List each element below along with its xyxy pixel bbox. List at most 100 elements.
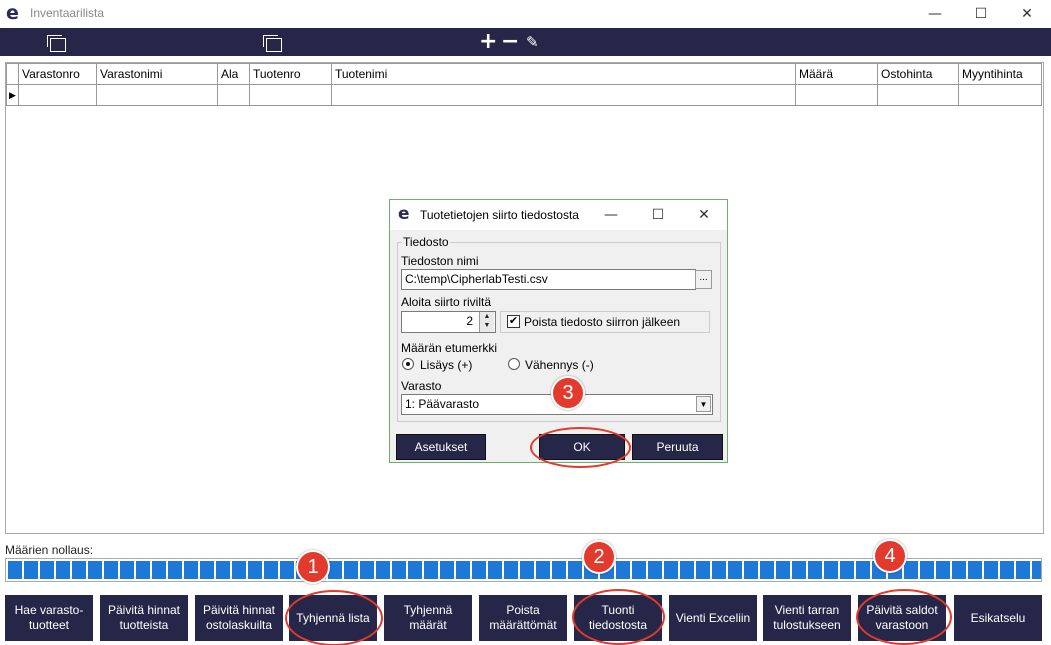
progress-segment <box>200 561 214 579</box>
progress-segment <box>8 561 22 579</box>
dialog-title-bar: e Tuotetietojen siirto tiedostosta — ☐ ✕ <box>390 200 727 230</box>
progress-segment <box>904 561 918 579</box>
app-logo-icon: e <box>6 2 19 24</box>
preview-button[interactable]: Esikatselu <box>954 595 1042 641</box>
progress-segment <box>328 561 342 579</box>
progress-segment <box>504 561 518 579</box>
progress-segment <box>856 561 870 579</box>
table-cell[interactable] <box>331 84 796 106</box>
progress-segment <box>1000 561 1014 579</box>
progress-segment <box>264 561 278 579</box>
column-header[interactable]: Varastonimi <box>96 63 218 85</box>
update-prices-from-products-button[interactable]: Päivitä hinnat tuotteista <box>100 595 188 641</box>
cancel-button[interactable]: Peruuta <box>632 434 723 460</box>
table-row[interactable]: ▶ <box>6 84 1042 106</box>
progress-segment <box>248 561 262 579</box>
chevron-down-icon[interactable]: ▼ <box>696 396 711 412</box>
column-header[interactable]: Tuotenimi <box>331 63 796 85</box>
progress-segment <box>136 561 150 579</box>
warehouse-value: 1: Päävarasto <box>405 397 480 411</box>
table-cell[interactable] <box>958 84 1042 106</box>
table-cell[interactable] <box>18 84 97 106</box>
callout-1: 1 <box>296 550 330 584</box>
progress-segment <box>712 561 726 579</box>
progress-segment <box>120 561 134 579</box>
column-header[interactable]: Ala <box>217 63 250 85</box>
start-row-spinner[interactable]: ▲ ▼ <box>479 312 494 332</box>
import-from-file-button[interactable]: Tuonti tiedostosta <box>574 595 662 641</box>
table-cell[interactable] <box>96 84 218 106</box>
progress-segment <box>184 561 198 579</box>
progress-segment <box>40 561 54 579</box>
progress-segment <box>968 561 982 579</box>
progress-segment <box>232 561 246 579</box>
grid-header-row: Varastonro Varastonimi Ala Tuotenro Tuot… <box>6 63 1042 85</box>
button-bar: Hae varasto-tuotteet Päivitä hinnat tuott… <box>5 595 1045 643</box>
ok-button[interactable]: OK <box>539 434 625 460</box>
delete-file-checkbox[interactable]: ✔ <box>507 315 520 328</box>
column-header[interactable]: Määrä <box>795 63 878 85</box>
import-dialog: e Tuotetietojen siirto tiedostosta — ☐ ✕… <box>389 199 728 463</box>
close-button[interactable]: ✕ <box>1004 0 1050 28</box>
update-prices-from-invoices-button[interactable]: Päivitä hinnat ostolaskuilta <box>195 595 283 641</box>
dialog-title: Tuotetietojen siirto tiedostosta <box>420 208 579 222</box>
remove-zero-quantities-button[interactable]: Poista määrättömät <box>479 595 567 641</box>
progress-segment <box>776 561 790 579</box>
progress-segment <box>760 561 774 579</box>
spin-down-icon[interactable]: ▼ <box>480 321 494 330</box>
progress-segment <box>568 561 582 579</box>
table-cell[interactable] <box>795 84 878 106</box>
progress-segment <box>24 561 38 579</box>
progress-segment <box>152 561 166 579</box>
progress-segment <box>104 561 118 579</box>
update-stock-button[interactable]: Päivitä saldot varastoon <box>858 595 946 641</box>
progress-segment <box>920 561 934 579</box>
reset-label: Määrien nollaus: <box>5 543 94 557</box>
dialog-maximize-button[interactable]: ☐ <box>643 203 673 227</box>
export-label-print-button[interactable]: Vienti tarran tulostukseen <box>763 595 851 641</box>
table-cell[interactable] <box>877 84 959 106</box>
column-header[interactable]: Myyntihinta <box>958 63 1042 85</box>
spin-up-icon[interactable]: ▲ <box>480 312 494 321</box>
clear-list-button[interactable]: Tyhjennä lista <box>289 595 377 641</box>
progress-segment <box>72 561 86 579</box>
ok-button-label: OK <box>573 440 591 454</box>
column-header[interactable]: Tuotenro <box>249 63 332 85</box>
dialog-minimize-button[interactable]: — <box>596 203 626 227</box>
column-header[interactable]: Ostohinta <box>877 63 959 85</box>
table-cell[interactable] <box>249 84 332 106</box>
clear-quantities-button[interactable]: Tyhjennä määrät <box>384 595 472 641</box>
table-cell[interactable] <box>217 84 250 106</box>
radio-add[interactable] <box>402 358 414 370</box>
progress-segment <box>840 561 854 579</box>
window-icon-2[interactable] <box>263 35 282 52</box>
progress-segment <box>424 561 438 579</box>
progress-segment <box>440 561 454 579</box>
minimize-button[interactable]: — <box>912 0 958 28</box>
progress-segment <box>664 561 678 579</box>
minus-icon[interactable]: − <box>501 31 519 53</box>
progress-segment <box>392 561 406 579</box>
progress-segment <box>408 561 422 579</box>
fetch-warehouse-products-button[interactable]: Hae varasto-tuotteet <box>5 595 93 641</box>
browse-button[interactable]: ... <box>695 270 712 289</box>
settings-button[interactable]: Asetukset <box>396 434 486 460</box>
export-excel-button[interactable]: Vienti Exceliin <box>669 595 757 641</box>
filename-input[interactable]: C:\temp\CipherlabTesti.csv <box>401 269 696 290</box>
window-icon[interactable] <box>47 35 66 52</box>
progress-segment <box>792 561 806 579</box>
progress-segment <box>56 561 70 579</box>
brush-icon[interactable]: ✎ <box>526 34 539 50</box>
column-header[interactable]: Varastonro <box>18 63 97 85</box>
title-bar: e Inventaarilista — ☐ ✕ <box>0 0 1051 28</box>
window-title: Inventaarilista <box>30 6 105 20</box>
progress-segment <box>552 561 566 579</box>
progress-segment <box>648 561 662 579</box>
progress-segment <box>1032 561 1041 579</box>
dialog-close-button[interactable]: ✕ <box>689 203 719 227</box>
radio-subtract[interactable] <box>508 358 520 370</box>
radio-subtract-label: Vähennys (-) <box>525 358 594 372</box>
callout-4: 4 <box>873 539 907 573</box>
plus-icon[interactable]: + <box>479 31 497 53</box>
maximize-button[interactable]: ☐ <box>958 0 1004 28</box>
